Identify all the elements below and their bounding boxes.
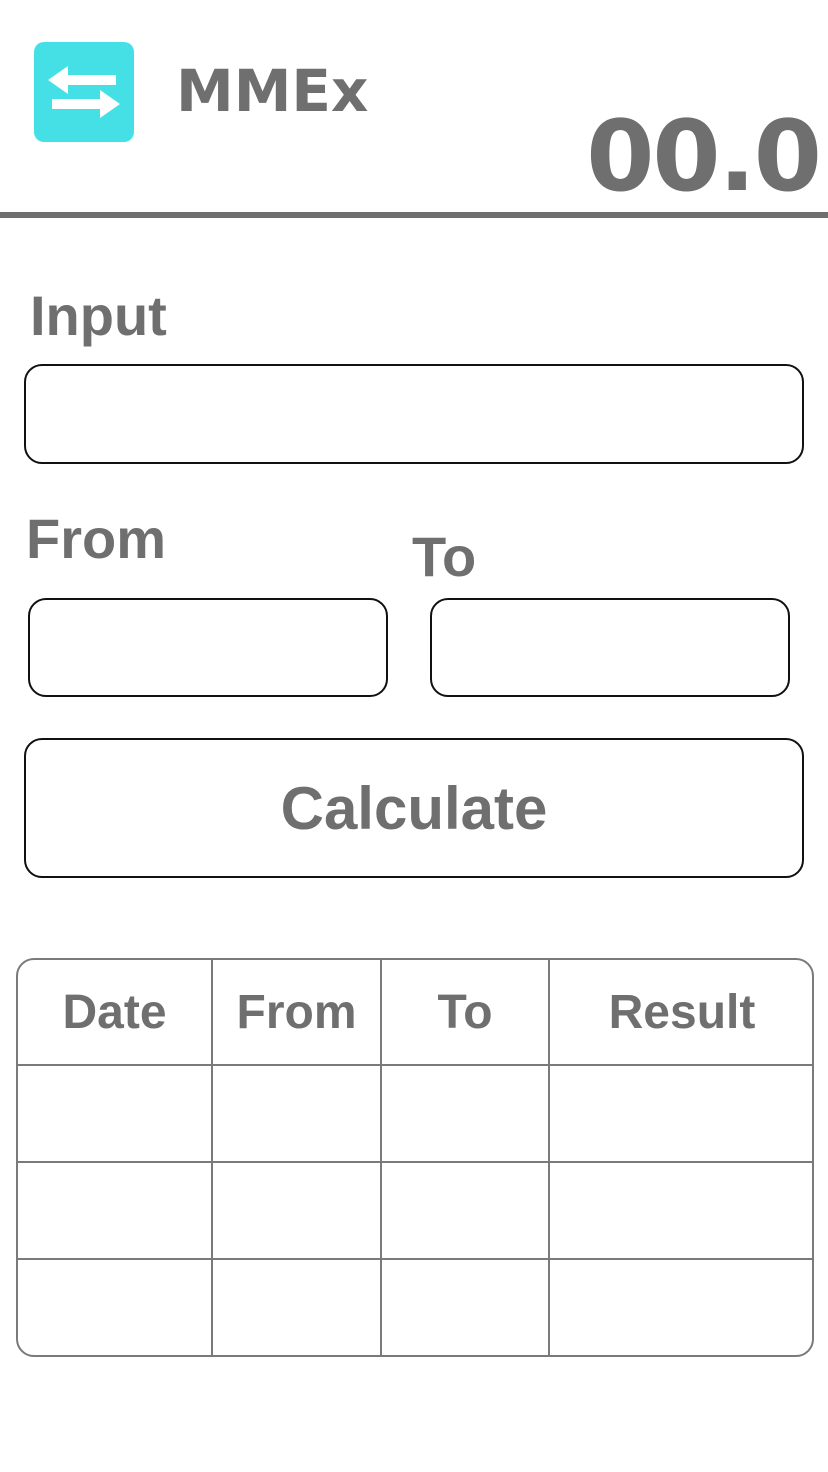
table-cell <box>18 1064 213 1163</box>
app-logo <box>34 42 134 142</box>
table-row <box>18 1258 812 1355</box>
from-field[interactable] <box>28 598 388 697</box>
input-field[interactable] <box>24 364 804 464</box>
table-cell <box>18 1258 213 1355</box>
result-display: 00.0 <box>586 100 822 214</box>
calculate-button[interactable]: Calculate <box>24 738 804 878</box>
table-cell <box>548 1161 812 1260</box>
table-cell <box>380 1258 550 1355</box>
input-label: Input <box>30 284 167 347</box>
to-label: To <box>412 525 477 588</box>
from-label: From <box>26 507 166 570</box>
table-header-row: Date From To Result <box>18 960 812 1066</box>
table-cell <box>211 1064 382 1163</box>
table-cell <box>18 1161 213 1260</box>
history-table: Date From To Result <box>16 958 814 1357</box>
swap-arrows-icon <box>48 66 120 118</box>
table-cell <box>548 1064 812 1163</box>
column-header-result: Result <box>548 960 812 1066</box>
table-cell <box>380 1064 550 1163</box>
column-header-date: Date <box>18 960 213 1066</box>
table-cell <box>211 1161 382 1260</box>
column-header-from: From <box>211 960 382 1066</box>
table-cell <box>380 1161 550 1260</box>
column-header-to: To <box>380 960 550 1066</box>
header-divider <box>0 212 828 218</box>
to-field[interactable] <box>430 598 790 697</box>
table-row <box>18 1161 812 1260</box>
app-title: MMEx <box>176 57 369 125</box>
table-cell <box>211 1258 382 1355</box>
table-row <box>18 1064 812 1163</box>
table-cell <box>548 1258 812 1355</box>
